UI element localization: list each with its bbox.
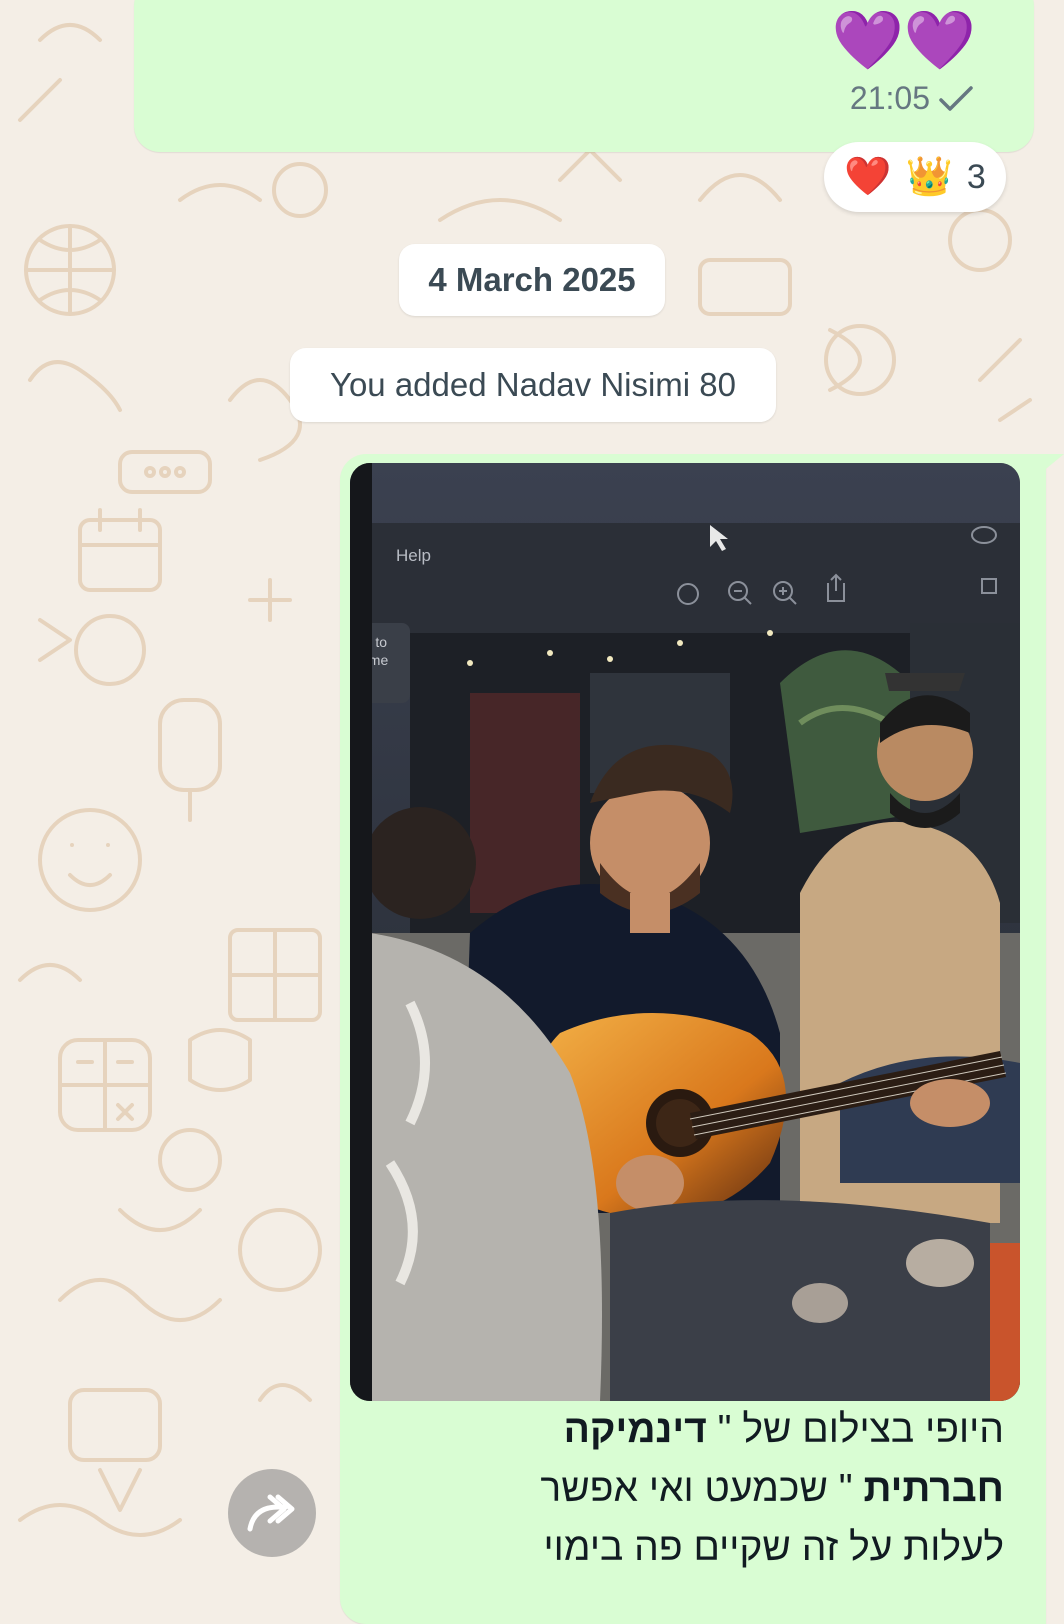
sunglasses-shape	[885, 673, 965, 691]
message-meta: 21:05	[850, 80, 974, 117]
reaction-crown: 👑	[905, 156, 953, 198]
caption-bold1: דינמיקה	[563, 1408, 707, 1451]
screen-menu-help: Help	[396, 546, 431, 565]
photo-content: ow Help ent to some	[350, 463, 1020, 1401]
caption-part1: היופי בצילום של "	[706, 1408, 1004, 1451]
calendar-doodle-icon	[78, 518, 162, 592]
caption-line3: לעלות על זה שקיים פה בימוי	[543, 1526, 1004, 1569]
caption-part2: " שכמעט ואי אפשר	[540, 1467, 864, 1510]
reaction-count: 3	[966, 157, 986, 196]
message-emoji-text: 💜💜	[831, 8, 976, 73]
date-separator: 4 March 2025	[399, 244, 665, 316]
bubble-tail	[1030, 454, 1064, 482]
smiley-doodle-icon	[38, 808, 142, 912]
system-message: You added Nadav Nisimi 80	[290, 348, 776, 422]
caption-bold2: חברתית	[863, 1467, 1004, 1510]
reaction-heart: ❤️	[844, 156, 892, 198]
message-reactions[interactable]: ❤️ 👑 3	[824, 142, 1006, 212]
message-photo[interactable]: ow Help ent to some	[350, 463, 1020, 1401]
sent-check-icon	[939, 85, 973, 111]
photo-caption: היופי בצילום של " דינמיקה חברתית " שכמעט…	[470, 1400, 1004, 1577]
forward-button[interactable]	[228, 1469, 316, 1557]
forward-icon	[247, 1494, 295, 1532]
popsicle-doodle-icon	[158, 698, 222, 792]
message-time: 21:05	[849, 80, 930, 116]
outgoing-message[interactable]: 💜💜 21:05	[134, 0, 1034, 152]
